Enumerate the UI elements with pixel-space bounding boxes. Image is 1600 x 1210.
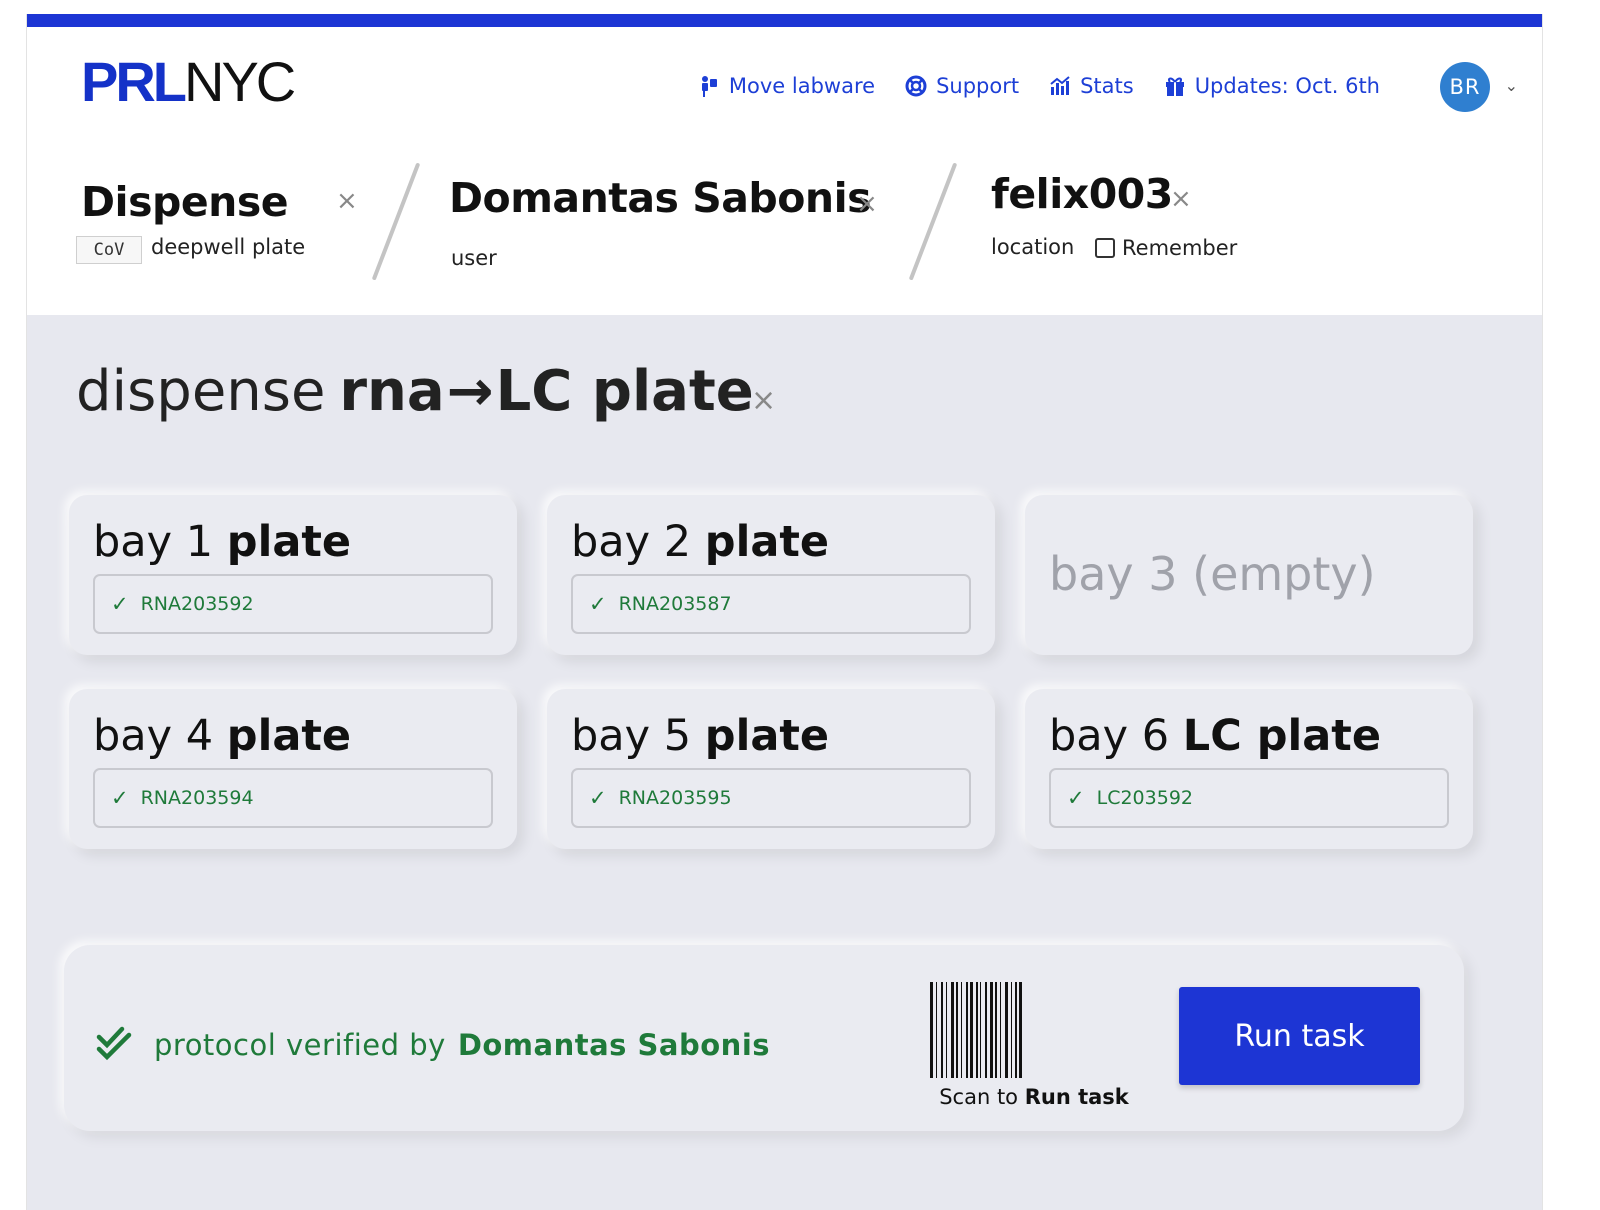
bay-barcode-value: RNA203587 [618, 593, 732, 615]
check-icon: ✓ [111, 592, 129, 616]
top-nav: Move labware Support Stats Updates: Oct.… [698, 74, 1380, 98]
bay-kind: plate [226, 711, 352, 761]
bay-barcode-input[interactable]: ✓ LC203592 [1049, 768, 1449, 828]
bay-barcode-input[interactable]: ✓ RNA203595 [571, 768, 971, 828]
location-subtitle: location [991, 235, 1075, 259]
bay-kind: plate [704, 711, 830, 761]
app-window: PRLNYC Move labware Support Stats Update… [26, 14, 1543, 1210]
bay-number: bay 5 [571, 711, 692, 761]
arrow-right-icon: → [446, 359, 494, 424]
user-avatar[interactable]: BR [1440, 62, 1490, 112]
breadcrumb-divider [908, 162, 958, 281]
bay-title: bay 2 plate [571, 517, 829, 567]
user-subtitle: user [451, 246, 497, 270]
logo-bold: PRL [81, 50, 187, 113]
nav-label: Move labware [728, 74, 876, 98]
nav-label: Support [936, 74, 1020, 98]
bay-number: bay 4 [93, 711, 214, 761]
task-title: dispense rna → LC plate [76, 359, 754, 424]
check-icon: ✓ [1067, 786, 1085, 810]
user-title[interactable]: Domantas Sabonis [449, 174, 872, 222]
double-check-icon [96, 1025, 132, 1065]
verified-by-name: Domantas Sabonis [457, 1028, 771, 1062]
protocol-badge: CoV [76, 236, 142, 264]
top-accent-bar [27, 14, 1542, 27]
nav-stats[interactable]: Stats [1049, 74, 1134, 98]
protocol-subtitle: deepwell plate [151, 235, 306, 259]
bay-barcode-value: RNA203594 [140, 787, 254, 809]
remember-checkbox[interactable]: Remember [1095, 236, 1237, 260]
barcode-gap [1022, 982, 1025, 1078]
chevron-down-icon[interactable]: ⌄ [1505, 76, 1518, 95]
close-task-icon[interactable]: × [751, 383, 776, 418]
bay-title: bay 5 plate [571, 711, 829, 761]
bay-barcode-value: RNA203595 [618, 787, 732, 809]
bay-card-empty: bay 3 (empty) [1025, 495, 1473, 655]
protocol-title[interactable]: Dispense [81, 178, 289, 226]
task-prefix: dispense [76, 359, 326, 424]
logo-light: NYC [184, 50, 296, 113]
run-panel: protocol verified by Domantas Sabonis Sc… [64, 945, 1464, 1131]
close-protocol-icon[interactable]: × [336, 188, 358, 214]
nav-label: Updates: Oct. 6th [1194, 74, 1380, 98]
check-icon: ✓ [111, 786, 129, 810]
bay-title: bay 6 LC plate [1049, 711, 1381, 761]
bay-empty-label: bay 3 (empty) [1049, 547, 1376, 601]
scan-action: Run task [1024, 1085, 1129, 1109]
bay-barcode-input[interactable]: ✓ RNA203592 [93, 574, 493, 634]
nav-updates[interactable]: Updates: Oct. 6th [1164, 74, 1380, 98]
barcode-image [930, 982, 1136, 1078]
bay-card: bay 4 plate ✓ RNA203594 [69, 689, 517, 849]
verification-status: protocol verified by Domantas Sabonis [96, 1025, 770, 1065]
bay-barcode-value: LC203592 [1096, 787, 1193, 809]
task-dest: LC plate [495, 359, 754, 424]
main-panel: dispense rna → LC plate × bay 1 plate ✓ R… [27, 315, 1542, 1210]
bay-number: bay 1 [93, 517, 214, 567]
bar-chart-icon [1049, 75, 1071, 97]
bay-card: bay 6 LC plate ✓ LC203592 [1025, 689, 1473, 849]
bay-title: bay 4 plate [93, 711, 351, 761]
check-icon: ✓ [589, 592, 607, 616]
bay-card: bay 5 plate ✓ RNA203595 [547, 689, 995, 849]
bay-number: bay 2 [571, 517, 692, 567]
bay-barcode-value: RNA203592 [140, 593, 254, 615]
task-source: rna [339, 359, 445, 424]
bay-kind: plate [226, 517, 352, 567]
bay-number: bay 6 [1049, 711, 1170, 761]
bay-barcode-input[interactable]: ✓ RNA203587 [571, 574, 971, 634]
bay-card: bay 1 plate ✓ RNA203592 [69, 495, 517, 655]
scan-prefix: Scan to [939, 1085, 1019, 1109]
location-title[interactable]: felix003 [991, 170, 1173, 218]
nav-support[interactable]: Support [905, 74, 1019, 98]
breadcrumb-divider [371, 162, 421, 281]
check-icon: ✓ [589, 786, 607, 810]
checkbox-box[interactable] [1095, 238, 1115, 258]
close-location-icon[interactable]: × [1170, 186, 1192, 212]
bay-barcode-input[interactable]: ✓ RNA203594 [93, 768, 493, 828]
run-task-button[interactable]: Run task [1179, 987, 1420, 1085]
logo[interactable]: PRLNYC [81, 50, 296, 113]
bay-title: bay 1 plate [93, 517, 351, 567]
remember-label: Remember [1122, 236, 1238, 260]
nav-move-labware[interactable]: Move labware [698, 74, 875, 98]
nav-label: Stats [1080, 74, 1134, 98]
bay-kind: plate [704, 517, 830, 567]
lifebuoy-icon [905, 75, 927, 97]
person-dolly-icon [698, 75, 720, 97]
gift-icon [1164, 75, 1186, 97]
scan-label: Scan to Run task [916, 1085, 1152, 1109]
bay-kind: LC plate [1182, 711, 1381, 761]
bay-card: bay 2 plate ✓ RNA203587 [547, 495, 995, 655]
close-user-icon[interactable]: × [856, 191, 878, 217]
verified-prefix: protocol verified by [154, 1028, 446, 1062]
